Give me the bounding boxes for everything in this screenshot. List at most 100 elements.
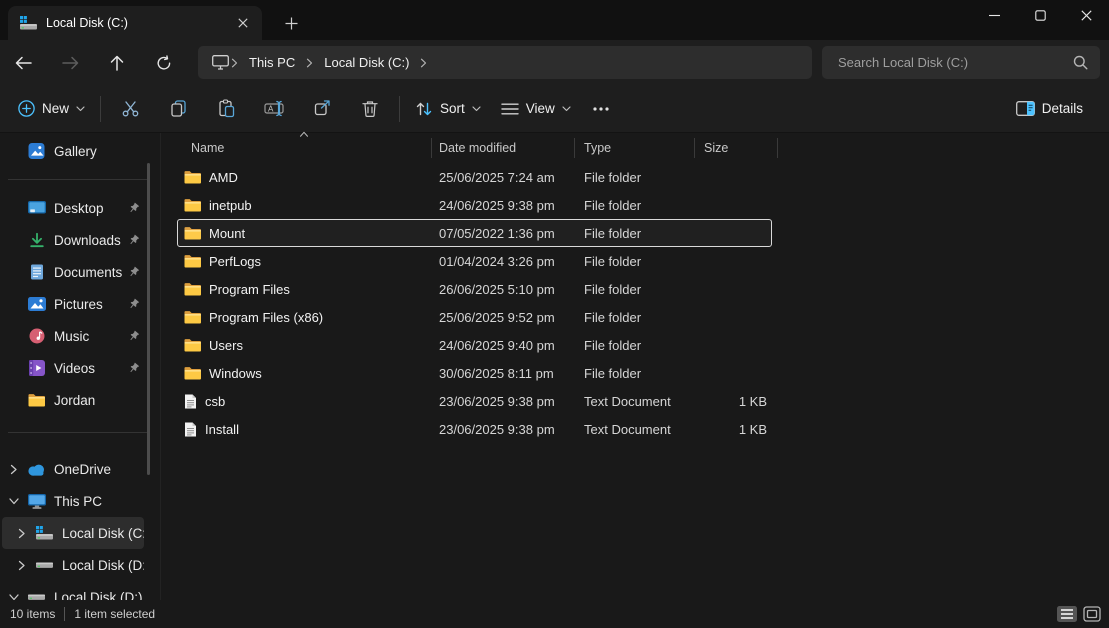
column-header-size[interactable]: Size: [694, 141, 777, 155]
file-name: Windows: [209, 365, 262, 381]
view-button[interactable]: View: [491, 91, 581, 127]
folder-icon: [184, 282, 201, 296]
column-resize-handle[interactable]: [574, 138, 575, 158]
pin-icon: [127, 266, 140, 279]
column-header-type[interactable]: Type: [574, 141, 694, 155]
copy-button[interactable]: [154, 91, 202, 127]
sidebar-item-local-disk-d[interactable]: Local Disk (D:): [2, 549, 144, 581]
address-bar[interactable]: This PC Local Disk (C:): [198, 46, 812, 79]
breadcrumb-chevron-icon[interactable]: [304, 58, 315, 68]
videos-icon: [27, 360, 46, 376]
file-date-modified: 25/06/2025 7:24 am: [439, 169, 555, 185]
sidebar-item-downloads[interactable]: Downloads: [2, 224, 144, 256]
cut-button[interactable]: [106, 91, 154, 127]
minimize-button[interactable]: [971, 0, 1017, 30]
file-date-modified: 23/06/2025 9:38 pm: [439, 393, 555, 409]
file-row-install[interactable]: Install 23/06/2025 9:38 pm Text Document 1 …: [161, 415, 777, 443]
new-tab-button[interactable]: [277, 9, 305, 37]
file-name-cell: inetpub: [161, 198, 431, 213]
new-button[interactable]: New: [8, 91, 95, 127]
toolbar-separator: [100, 95, 102, 122]
file-row-users[interactable]: Users 24/06/2025 9:40 pm File folder: [161, 331, 777, 359]
icons-view-toggle[interactable]: [1083, 606, 1101, 622]
column-header-name[interactable]: Name: [161, 141, 431, 155]
breadcrumb-this-pc[interactable]: This PC: [240, 55, 304, 70]
sidebar-item-pictures[interactable]: Pictures: [2, 288, 144, 320]
column-resize-handle[interactable]: [777, 138, 778, 158]
sidebar-list: Gallery Desktop Downloads Documents Pictures…: [0, 135, 160, 613]
sidebar-item-jordan[interactable]: Jordan: [2, 384, 144, 416]
more-options-button[interactable]: [581, 91, 621, 127]
chevron-down-icon: [562, 105, 571, 112]
rename-button[interactable]: A: [250, 91, 298, 127]
paste-button[interactable]: [202, 91, 250, 127]
breadcrumb-chevron-icon[interactable]: [418, 58, 429, 68]
copy-icon: [169, 99, 188, 118]
maximize-icon: [1034, 9, 1046, 21]
sidebar-item-documents[interactable]: Documents: [2, 256, 144, 288]
column-resize-handle[interactable]: [694, 138, 695, 158]
chevron-right-icon[interactable]: [14, 528, 30, 539]
file-type: Text Document: [584, 393, 671, 409]
chevron-down-icon[interactable]: [9, 493, 20, 509]
file-row-inetpub[interactable]: inetpub 24/06/2025 9:38 pm File folder: [161, 191, 777, 219]
explorer-tab[interactable]: Local Disk (C:): [8, 6, 262, 40]
search-box[interactable]: [822, 46, 1100, 79]
file-row-windows[interactable]: Windows 30/06/2025 8:11 pm File folder: [161, 359, 777, 387]
up-button[interactable]: [100, 46, 134, 80]
maximize-button[interactable]: [1017, 0, 1063, 30]
file-name-cell: AMD: [161, 170, 431, 185]
chevron-down-icon: [76, 105, 85, 112]
breadcrumb-local-disk-c[interactable]: Local Disk (C:): [315, 55, 418, 70]
chevron-down-icon: [472, 105, 481, 112]
column-header-date-modified[interactable]: Date modified: [431, 141, 574, 155]
details-pane-icon: [1015, 101, 1035, 116]
chevron-right-icon[interactable]: [14, 560, 30, 571]
chevron-right-icon[interactable]: [6, 464, 22, 475]
sidebar-item-local-disk-c[interactable]: Local Disk (C:): [2, 517, 144, 549]
search-input[interactable]: [836, 54, 1073, 71]
file-row-perflogs[interactable]: PerfLogs 01/04/2024 3:26 pm File folder: [161, 247, 777, 275]
folder-icon: [184, 254, 201, 268]
share-button[interactable]: [298, 91, 346, 127]
item-count: 10 items: [10, 607, 56, 621]
file-row-amd[interactable]: AMD 25/06/2025 7:24 am File folder: [161, 163, 777, 191]
file-row-mount[interactable]: Mount 07/05/2022 1:36 pm File folder: [161, 219, 777, 247]
file-date-modified: 07/05/2022 1:36 pm: [439, 225, 555, 241]
sidebar: Gallery Desktop Downloads Documents Pictures…: [0, 133, 160, 614]
refresh-button[interactable]: [147, 46, 181, 80]
monitor-icon[interactable]: [212, 55, 229, 70]
sort-button[interactable]: Sort: [405, 91, 491, 127]
delete-button[interactable]: [346, 91, 394, 127]
forward-button[interactable]: [53, 46, 87, 80]
file-date-modified: 30/06/2025 8:11 pm: [439, 365, 554, 381]
folder-icon: [184, 198, 201, 212]
details-pane-button[interactable]: Details: [1006, 91, 1093, 127]
sidebar-item-this-pc[interactable]: This PC: [2, 485, 144, 517]
ellipsis-icon: [593, 106, 609, 111]
file-row-csb[interactable]: csb 23/06/2025 9:38 pm Text Document 1 KB: [161, 387, 777, 415]
file-name-cell: Install: [161, 422, 431, 437]
sidebar-item-desktop[interactable]: Desktop: [2, 192, 144, 224]
new-button-label: New: [42, 101, 70, 116]
file-name-cell: Program Files: [161, 282, 431, 297]
file-row-program-files-x86[interactable]: Program Files (x86) 25/06/2025 9:52 pm Fil…: [161, 303, 777, 331]
toolbar-separator: [399, 95, 401, 122]
details-view-toggle[interactable]: [1057, 606, 1077, 622]
column-resize-handle[interactable]: [431, 138, 432, 158]
sidebar-item-onedrive[interactable]: OneDrive: [2, 453, 144, 485]
sidebar-item-label: Gallery: [54, 143, 97, 159]
file-size: 1 KB: [738, 393, 767, 409]
close-button[interactable]: [1063, 0, 1109, 30]
tab-close-icon[interactable]: [234, 14, 252, 32]
file-row-program-files[interactable]: Program Files 26/06/2025 5:10 pm File fold…: [161, 275, 777, 303]
back-button[interactable]: [6, 46, 40, 80]
file-name-cell: csb: [161, 394, 431, 409]
breadcrumb-chevron-icon[interactable]: [229, 58, 240, 68]
sidebar-item-videos[interactable]: Videos: [2, 352, 144, 384]
sidebar-scrollbar[interactable]: [147, 163, 150, 475]
desktop-icon: [27, 200, 46, 216]
sidebar-item-music[interactable]: Music: [2, 320, 144, 352]
search-icon[interactable]: [1073, 55, 1088, 70]
sidebar-item-gallery[interactable]: Gallery: [2, 135, 144, 167]
